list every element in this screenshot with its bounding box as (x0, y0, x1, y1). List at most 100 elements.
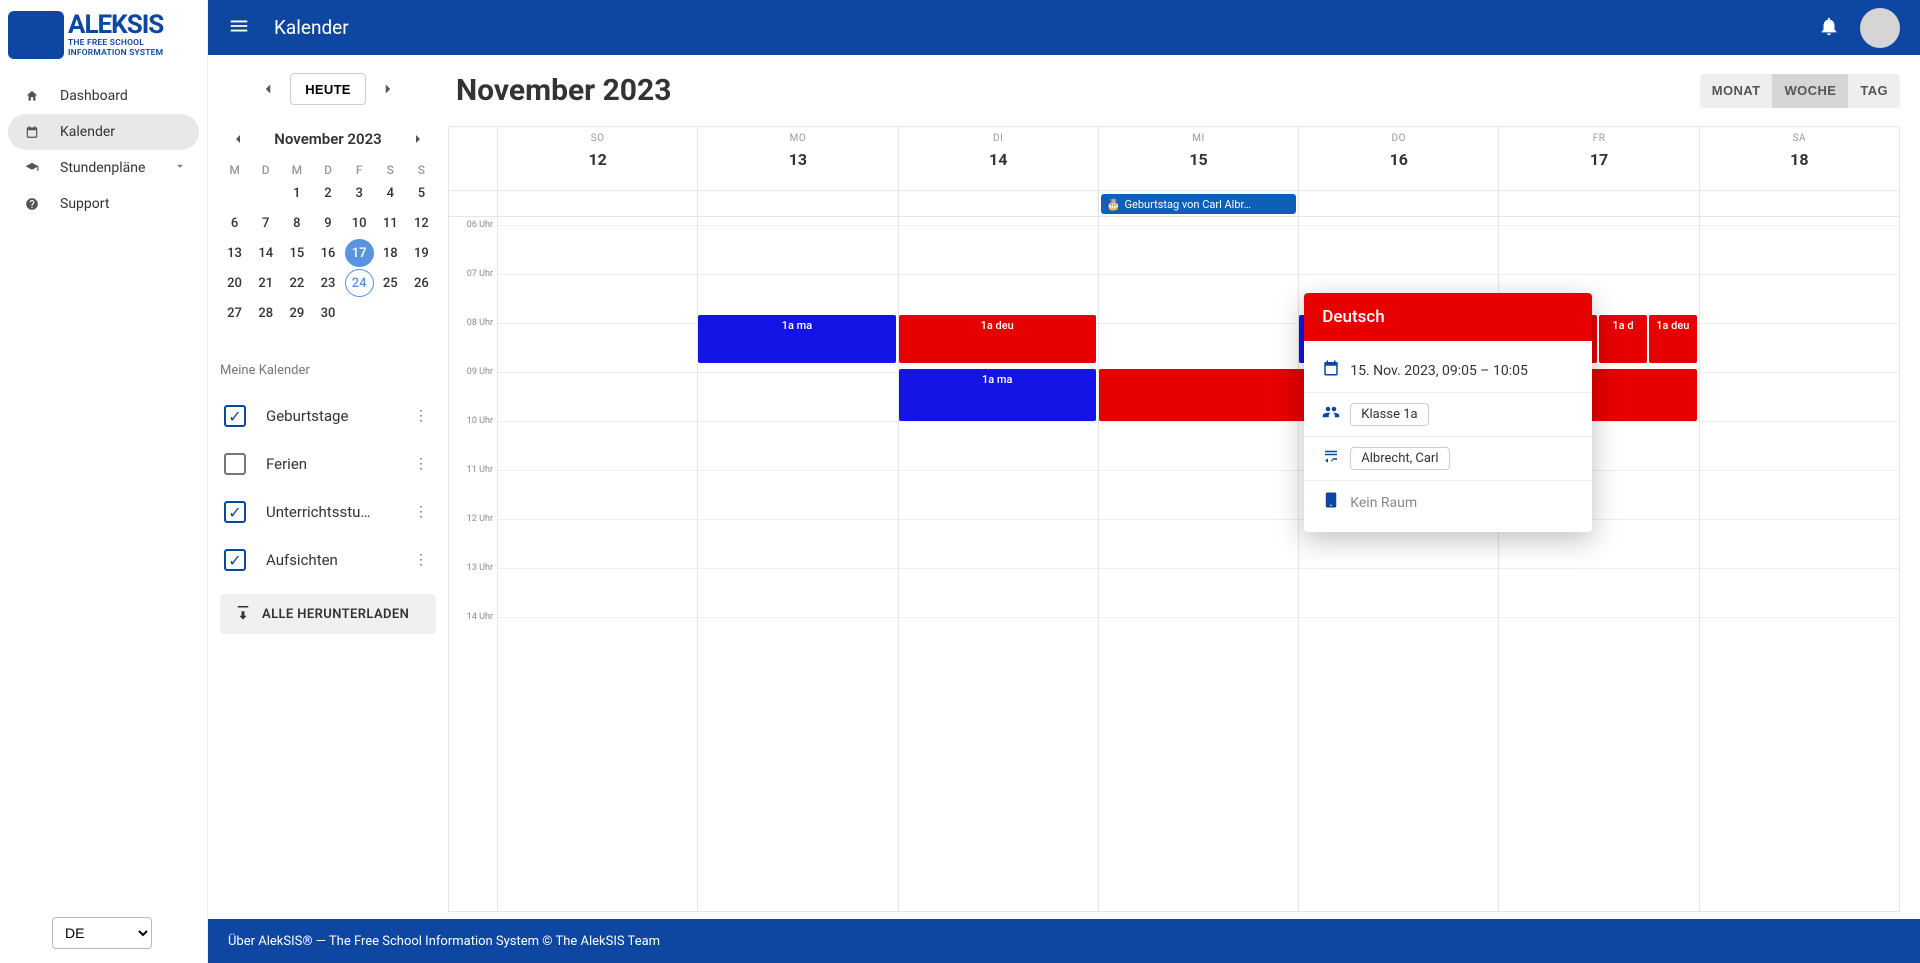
download-all-button[interactable]: ALLE HERUNTERLADEN (220, 594, 436, 634)
calendar-range-icon (1322, 359, 1350, 382)
menu-icon[interactable] (228, 15, 250, 41)
calendar-filter-item[interactable]: ✓ Aufsichten ⋮ (220, 536, 436, 584)
day-header[interactable]: DI14 (898, 127, 1098, 190)
day-header[interactable]: SO12 (497, 127, 697, 190)
calendar-event[interactable]: 1a ma (698, 315, 895, 363)
mini-day[interactable]: 19 (407, 239, 436, 267)
allday-event[interactable]: 🎂Geburtstag von Carl Albr… (1101, 194, 1296, 214)
mini-prev-button[interactable] (224, 125, 252, 153)
download-all-label: ALLE HERUNTERLADEN (262, 607, 409, 622)
calendar-filter-label: Aufsichten (266, 551, 410, 569)
mini-dow: M (220, 163, 249, 177)
day-header[interactable]: MI15 (1098, 127, 1298, 190)
day-header[interactable]: MO13 (697, 127, 897, 190)
logo: ALEKSIS THE FREE SCHOOL INFORMATION SYST… (0, 0, 207, 70)
day-header[interactable]: FR17 (1498, 127, 1698, 190)
school-icon (20, 161, 44, 175)
hour-label: 07 Uhr (467, 269, 493, 279)
mini-day: . (345, 299, 374, 327)
hour-label: 09 Uhr (467, 367, 493, 377)
mini-day[interactable]: 23 (313, 269, 342, 297)
mini-day: . (376, 299, 405, 327)
checkbox-icon (224, 453, 246, 475)
calendar-filter-item[interactable]: ✓ Geburtstage ⋮ (220, 392, 436, 440)
popup-group-chip[interactable]: Klasse 1a (1350, 403, 1428, 426)
nav-stundenplaene[interactable]: Stundenpläne (8, 150, 199, 186)
mini-day: . (220, 179, 249, 207)
calendar-event[interactable]: 1a ma (899, 369, 1096, 421)
mini-day: . (407, 299, 436, 327)
calendar-area: November 2023 MONAT WOCHE TAG SO12MO13DI… (448, 55, 1920, 919)
day-header[interactable]: DO16 (1298, 127, 1498, 190)
mini-dow: S (407, 163, 436, 177)
mini-day[interactable]: 12 (407, 209, 436, 237)
mini-day[interactable]: 28 (251, 299, 280, 327)
mini-day[interactable]: 15 (282, 239, 311, 267)
download-icon (234, 603, 252, 625)
today-button[interactable]: HEUTE (290, 73, 366, 105)
mini-day[interactable]: 8 (282, 209, 311, 237)
mini-day[interactable]: 2 (313, 179, 342, 207)
nav-stundenplaene-label: Stundenpläne (60, 160, 145, 176)
hour-label: 12 Uhr (467, 514, 493, 524)
hour-label: 11 Uhr (467, 465, 493, 475)
checkbox-icon: ✓ (224, 549, 246, 571)
mini-day[interactable]: 1 (282, 179, 311, 207)
language-select[interactable]: DE (52, 917, 152, 949)
nav-kalender[interactable]: Kalender (8, 114, 199, 150)
day-column (1699, 217, 1899, 911)
bell-icon[interactable] (1818, 15, 1840, 41)
mini-day[interactable]: 17 (345, 239, 374, 267)
next-period-button[interactable] (374, 75, 402, 103)
mini-day[interactable]: 7 (251, 209, 280, 237)
mini-day[interactable]: 21 (251, 269, 280, 297)
hour-label: 13 Uhr (467, 563, 493, 573)
view-month-button[interactable]: MONAT (1700, 74, 1773, 108)
group-icon (1322, 403, 1350, 426)
view-week-button[interactable]: WOCHE (1772, 74, 1848, 108)
mini-day[interactable]: 4 (376, 179, 405, 207)
mini-day[interactable]: 18 (376, 239, 405, 267)
mini-day[interactable]: 9 (313, 209, 342, 237)
mini-day[interactable]: 5 (407, 179, 436, 207)
mini-day[interactable]: 10 (345, 209, 374, 237)
mini-day[interactable]: 6 (220, 209, 249, 237)
mini-day[interactable]: 29 (282, 299, 311, 327)
calendar-event[interactable]: 1a d (1599, 315, 1647, 363)
mini-day[interactable]: 26 (407, 269, 436, 297)
prev-period-button[interactable] (254, 75, 282, 103)
calendar-filter-item[interactable]: ✓ Unterrichtsstu… ⋮ (220, 488, 436, 536)
nav-support[interactable]: Support (8, 186, 199, 222)
mini-day[interactable]: 22 (282, 269, 311, 297)
more-icon[interactable]: ⋮ (410, 408, 432, 424)
calendar-filter-item[interactable]: Ferien ⋮ (220, 440, 436, 488)
calendar-event[interactable]: 1a deu (1649, 315, 1697, 363)
mini-dow: D (313, 163, 342, 177)
popup-time: 15. Nov. 2023, 09:05 – 10:05 (1350, 363, 1528, 379)
brand-name: ALEKSIS (68, 12, 199, 38)
main: Kalender HEUTE November 2023 MD (208, 0, 1920, 963)
popup-teacher-chip[interactable]: Albrecht, Carl (1350, 447, 1449, 470)
mini-day[interactable]: 30 (313, 299, 342, 327)
nav-dashboard[interactable]: Dashboard (8, 78, 199, 114)
mini-day[interactable]: 16 (313, 239, 342, 267)
mini-next-button[interactable] (404, 125, 432, 153)
mini-day[interactable]: 11 (376, 209, 405, 237)
mini-day[interactable]: 3 (345, 179, 374, 207)
calendar-event[interactable]: 1a deu (899, 315, 1096, 363)
mini-day[interactable]: 24 (345, 269, 374, 297)
mini-day[interactable]: 13 (220, 239, 249, 267)
mini-day[interactable]: 20 (220, 269, 249, 297)
avatar[interactable] (1860, 8, 1900, 48)
more-icon[interactable]: ⋮ (410, 552, 432, 568)
more-icon[interactable]: ⋮ (410, 456, 432, 472)
room-icon (1322, 491, 1350, 514)
mini-day[interactable]: 14 (251, 239, 280, 267)
view-day-button[interactable]: TAG (1848, 74, 1900, 108)
mini-day[interactable]: 25 (376, 269, 405, 297)
mini-day[interactable]: 27 (220, 299, 249, 327)
day-column: 1a deu 1a ma (898, 217, 1098, 911)
hour-label: 06 Uhr (467, 220, 493, 230)
more-icon[interactable]: ⋮ (410, 504, 432, 520)
day-header[interactable]: SA18 (1699, 127, 1899, 190)
